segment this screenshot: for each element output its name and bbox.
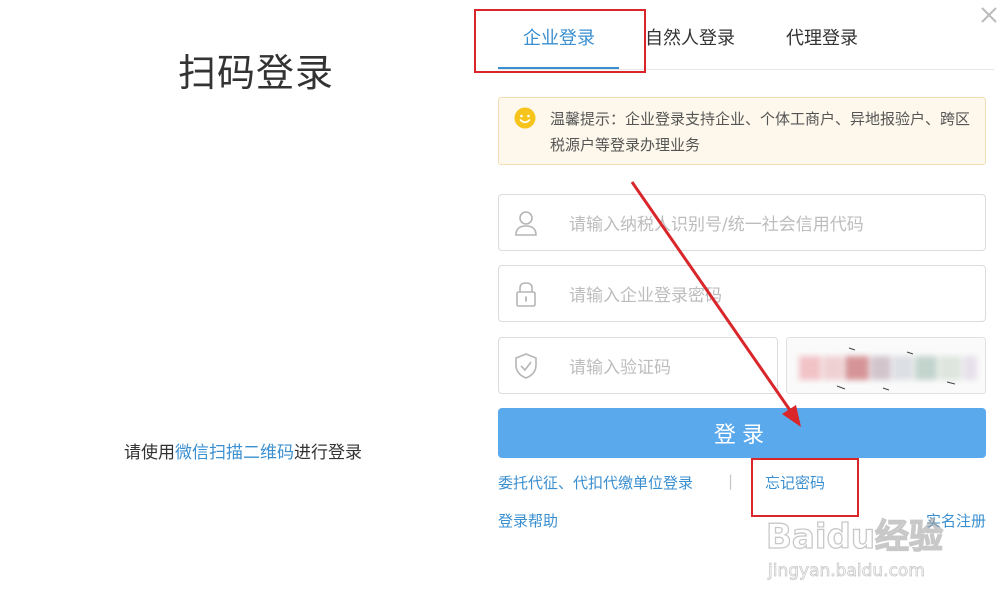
close-icon[interactable] (978, 4, 1000, 26)
tab-agent-login[interactable]: 代理登录 (786, 24, 858, 50)
shield-icon (513, 352, 539, 380)
link-separator: | (728, 472, 734, 490)
annotation-box-forgot-password (751, 458, 859, 517)
qr-login-title: 扫码登录 (178, 51, 335, 95)
login-button[interactable]: 登录 (498, 408, 986, 458)
taxpayer-id-placeholder: 请输入纳税人识别号/统一社会信用代码 (569, 215, 864, 235)
password-placeholder: 请输入企业登录密码 (569, 286, 722, 306)
taxpayer-id-input[interactable]: 请输入纳税人识别号/统一社会信用代码 (498, 194, 986, 251)
user-icon (513, 209, 539, 237)
captcha-image[interactable] (786, 337, 986, 394)
tab-natural-person-login[interactable]: 自然人登录 (645, 24, 735, 50)
qr-login-hint: 请使用微信扫描二维码进行登录 (124, 438, 362, 463)
captcha-input[interactable]: 请输入验证码 (498, 337, 778, 394)
lock-icon (513, 280, 539, 308)
login-help-link[interactable]: 登录帮助 (498, 510, 558, 531)
annotation-box-enterprise-tab (474, 9, 646, 73)
smile-icon (514, 107, 536, 129)
password-input[interactable]: 请输入企业登录密码 (498, 265, 986, 322)
captcha-placeholder: 请输入验证码 (569, 358, 671, 378)
delegate-unit-login-link[interactable]: 委托代征、代扣代缴单位登录 (498, 472, 693, 493)
watermark-brand: Baidu经验 (766, 517, 943, 557)
qr-hint-prefix: 请使用 (124, 443, 175, 463)
qr-hint-suffix: 进行登录 (294, 443, 362, 463)
baidu-jingyan-watermark: Baidu经验 jingyan.baidu.com (765, 508, 992, 588)
qr-hint-link[interactable]: 微信扫描二维码 (175, 443, 294, 463)
notice-text: 温馨提示：企业登录支持企业、个体工商户、异地报验户、跨区税源户等登录办理业务 (550, 110, 971, 154)
watermark-url: jingyan.baidu.com (767, 561, 925, 581)
